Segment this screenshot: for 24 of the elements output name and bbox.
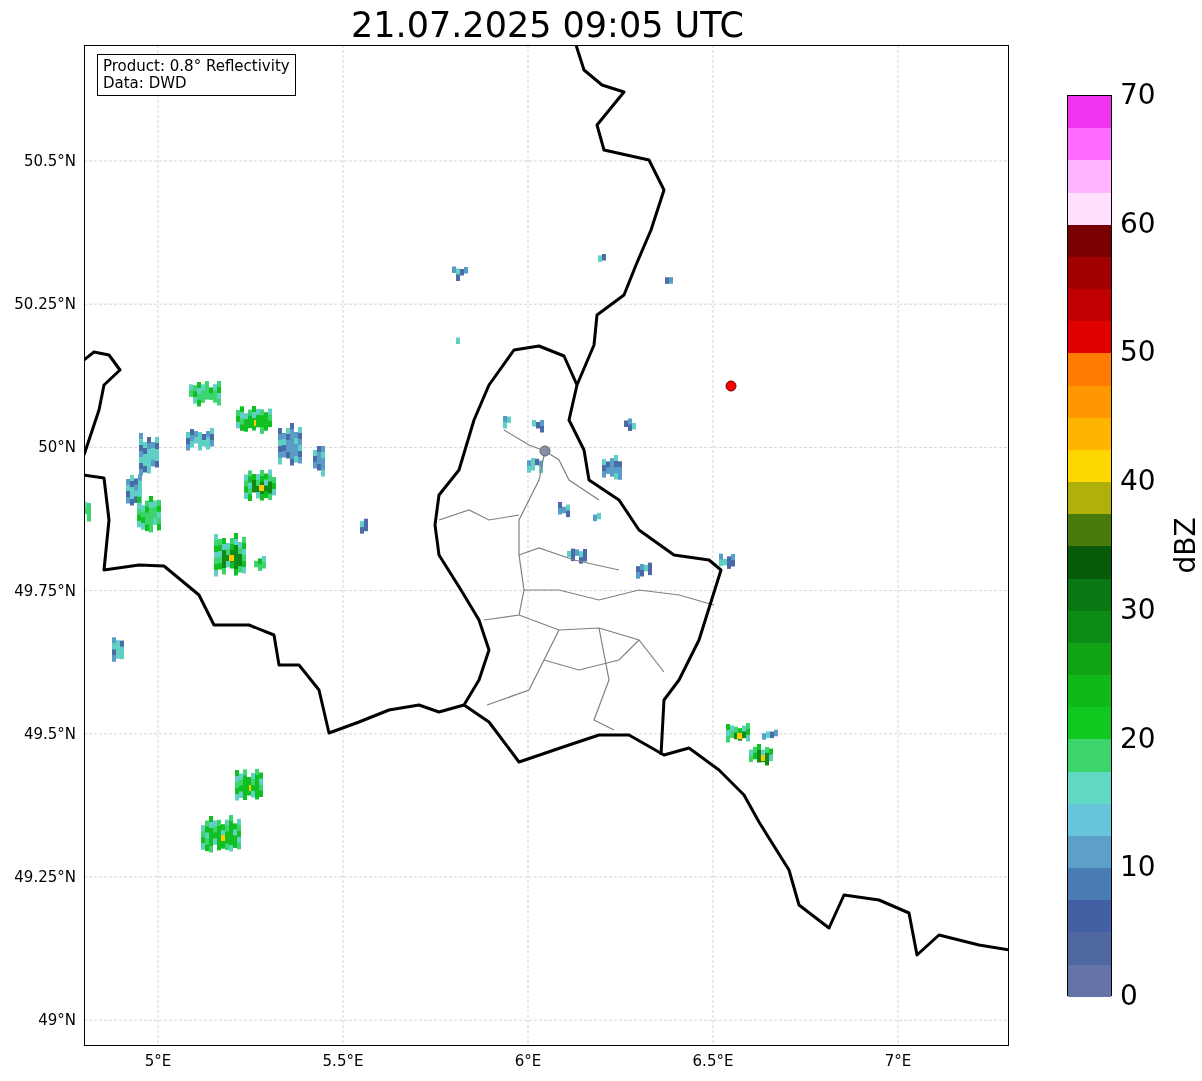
colorbar-tick-label: 0 (1120, 979, 1138, 1013)
longitude-label: 5.5°E (322, 1052, 364, 1070)
longitude-label: 6°E (514, 1052, 542, 1070)
latitude-label: 50°N (38, 438, 76, 457)
annotation-text: Product: 0.8° Reflectivity (103, 58, 290, 75)
longitude-label: 5°E (144, 1052, 172, 1070)
latitude-label: 49.25°N (14, 868, 76, 886)
colorbar-tick-label: 60 (1120, 206, 1156, 241)
latitude-label: 50.25°N (14, 295, 76, 314)
colorbar-tick-label: 40 (1120, 464, 1156, 499)
colorbar-label: dBZ (1168, 517, 1202, 574)
colorbar-tick-label: 30 (1120, 592, 1156, 627)
colorbar-tick-label: 50 (1120, 335, 1156, 370)
longitude-label: 7°E (884, 1052, 912, 1070)
colorbar-tick-label: 10 (1120, 850, 1156, 885)
latitude-label: 49.5°N (23, 724, 76, 743)
annotation-text: Data: DWD (103, 75, 188, 92)
colorbar-tick-label: 70 (1120, 78, 1156, 112)
latitude-label: 49.75°N (14, 581, 76, 600)
chart-title: 21.07.2025 09:05 UTC (350, 4, 745, 45)
latitude-label: 49°N (38, 1011, 76, 1030)
latitude-label: 50.5°N (23, 152, 76, 170)
longitude-label: 6.5°E (692, 1052, 734, 1070)
colorbar-tick-label: 20 (1120, 721, 1156, 756)
